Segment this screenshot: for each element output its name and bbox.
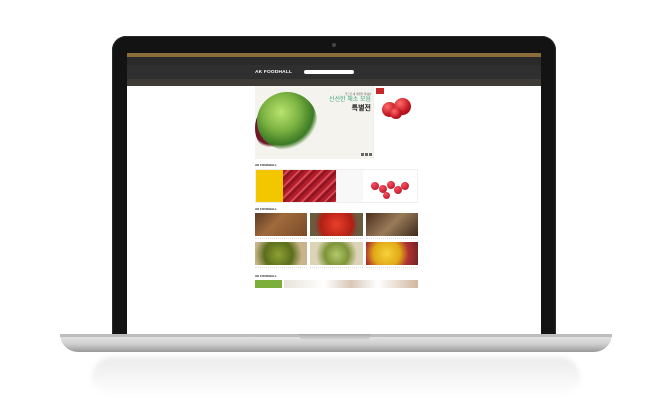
laptop-lid: AK FOODHALL 푸르른 새 계절을 위하여 신선한 채소 모음 특별전 … xyxy=(112,36,556,336)
product-price xyxy=(255,238,308,240)
product-card[interactable] xyxy=(310,242,363,269)
product-image[interactable] xyxy=(255,213,308,236)
section-title: AK FOODHALL xyxy=(255,207,418,211)
utility-bar xyxy=(127,57,541,65)
carousel-dot[interactable] xyxy=(361,153,364,156)
carousel-dot[interactable] xyxy=(369,153,372,156)
hero-banner[interactable]: 푸르른 새 계절을 위하여 신선한 채소 모음 특별전 xyxy=(255,86,418,159)
product-card[interactable] xyxy=(365,213,418,240)
featured-product[interactable] xyxy=(373,86,418,159)
cherries-image[interactable] xyxy=(362,170,417,202)
product-card[interactable] xyxy=(365,242,418,269)
hero-kicker: 푸르른 새 계절을 위하여 xyxy=(344,93,371,96)
lettuce-image xyxy=(257,92,317,150)
promo-banner-row xyxy=(255,169,418,203)
laptop-reflection xyxy=(92,357,580,397)
apple-image xyxy=(380,94,414,120)
product-image[interactable] xyxy=(310,242,363,265)
section-title-text: AK FOODHALL xyxy=(255,274,277,278)
site-header: AK FOODHALL xyxy=(127,65,541,79)
hero-title: 신선한 채소 모음 xyxy=(329,97,371,103)
product-card[interactable] xyxy=(310,213,363,240)
product-price xyxy=(310,238,363,240)
product-grid xyxy=(255,213,418,269)
laptop-notch xyxy=(299,334,371,340)
laptop-screen: AK FOODHALL 푸르른 새 계절을 위하여 신선한 채소 모음 특별전 … xyxy=(127,53,541,336)
product-price xyxy=(365,267,418,269)
product-card[interactable] xyxy=(255,242,308,269)
green-label[interactable] xyxy=(255,280,282,288)
product-price xyxy=(310,267,363,269)
product-price xyxy=(255,267,308,269)
laptop-scene: AK FOODHALL 푸르른 새 계절을 위하여 신선한 채소 모음 특별전 … xyxy=(0,0,670,413)
product-image[interactable] xyxy=(310,213,363,236)
promo-text-yellow[interactable] xyxy=(256,170,283,202)
bottom-banner-row xyxy=(255,280,418,288)
section-title: AK FOODHALL xyxy=(255,163,418,167)
beef-image[interactable] xyxy=(282,170,336,202)
site-logo[interactable]: AK FOODHALL xyxy=(255,70,292,75)
hero-headline: 특별전 xyxy=(351,105,371,112)
search-input[interactable] xyxy=(304,70,355,74)
section-title: AK FOODHALL xyxy=(255,274,418,278)
hero-main[interactable]: 푸르른 새 계절을 위하여 신선한 채소 모음 특별전 xyxy=(255,86,373,159)
product-card[interactable] xyxy=(255,213,308,240)
main-nav xyxy=(127,79,541,86)
product-image[interactable] xyxy=(365,213,418,236)
product-image[interactable] xyxy=(365,242,418,265)
bottom-image-strip[interactable] xyxy=(284,280,418,288)
carousel-dot[interactable] xyxy=(365,153,368,156)
product-image[interactable] xyxy=(255,242,308,265)
section-title-text: AK FOODHALL xyxy=(255,163,277,167)
main-content: 푸르른 새 계절을 위하여 신선한 채소 모음 특별전 AK FOODHALL … xyxy=(255,86,418,288)
hero-copy: 푸르른 새 계절을 위하여 신선한 채소 모음 특별전 xyxy=(313,92,371,114)
camera-icon xyxy=(332,43,336,47)
carousel-dots xyxy=(361,153,372,156)
product-price xyxy=(365,238,418,240)
section-title-text: AK FOODHALL xyxy=(255,207,277,211)
promo-text-gray[interactable] xyxy=(336,170,363,202)
